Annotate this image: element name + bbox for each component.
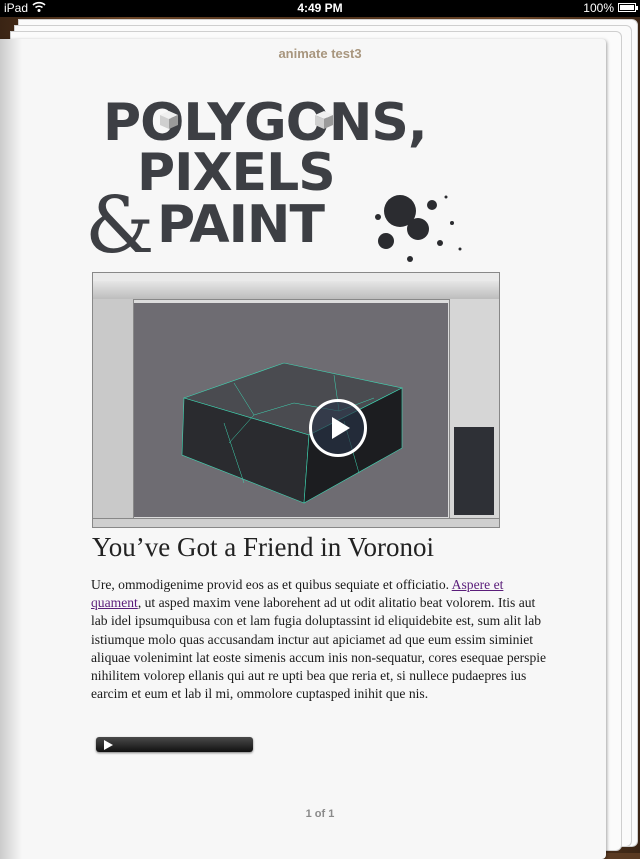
battery-percent: 100% (583, 1, 614, 15)
paint-splatter-icon (375, 195, 462, 262)
article-body: Ure, ommodigenime provid eos as et quibu… (91, 576, 553, 703)
app-toolbar (93, 281, 499, 300)
play-icon (332, 417, 350, 439)
battery-icon (618, 3, 638, 12)
page-spine-shadow (0, 39, 22, 859)
tool-panel (93, 299, 134, 519)
status-bar: iPad 4:49 PM 100% (0, 0, 640, 17)
clock: 4:49 PM (297, 1, 343, 15)
body-text-part: , ut asped maxim vene laborehent ad ut o… (91, 595, 547, 702)
video-play-button[interactable] (309, 399, 367, 457)
book-title: animate test3 (278, 46, 362, 61)
cube-icon (160, 111, 178, 129)
audio-player[interactable] (96, 737, 253, 752)
article-heading: You’ve Got a Friend in Voronoi (92, 532, 435, 562)
logo-line-2: PIXELS (137, 143, 336, 203)
voronoi-slab-model (181, 362, 403, 504)
logo-line-3: PAINT (157, 195, 325, 255)
play-icon[interactable] (104, 740, 113, 750)
channel-box (454, 427, 494, 515)
3d-viewport (134, 303, 448, 517)
video-player[interactable] (92, 272, 500, 528)
timeline-bar (93, 518, 499, 527)
logo-line-1: POLYGONS, (103, 93, 428, 153)
body-text-part: Ure, ommodigenime provid eos as et quibu… (91, 577, 452, 592)
logo-ampersand: & (85, 181, 154, 271)
polygons-pixels-paint-logo: POLYGONS, PIXELS & PAINT (85, 95, 475, 265)
attribute-panel (449, 299, 499, 519)
page-indicator: 1 of 1 (305, 808, 335, 820)
cube-icon (315, 111, 333, 129)
